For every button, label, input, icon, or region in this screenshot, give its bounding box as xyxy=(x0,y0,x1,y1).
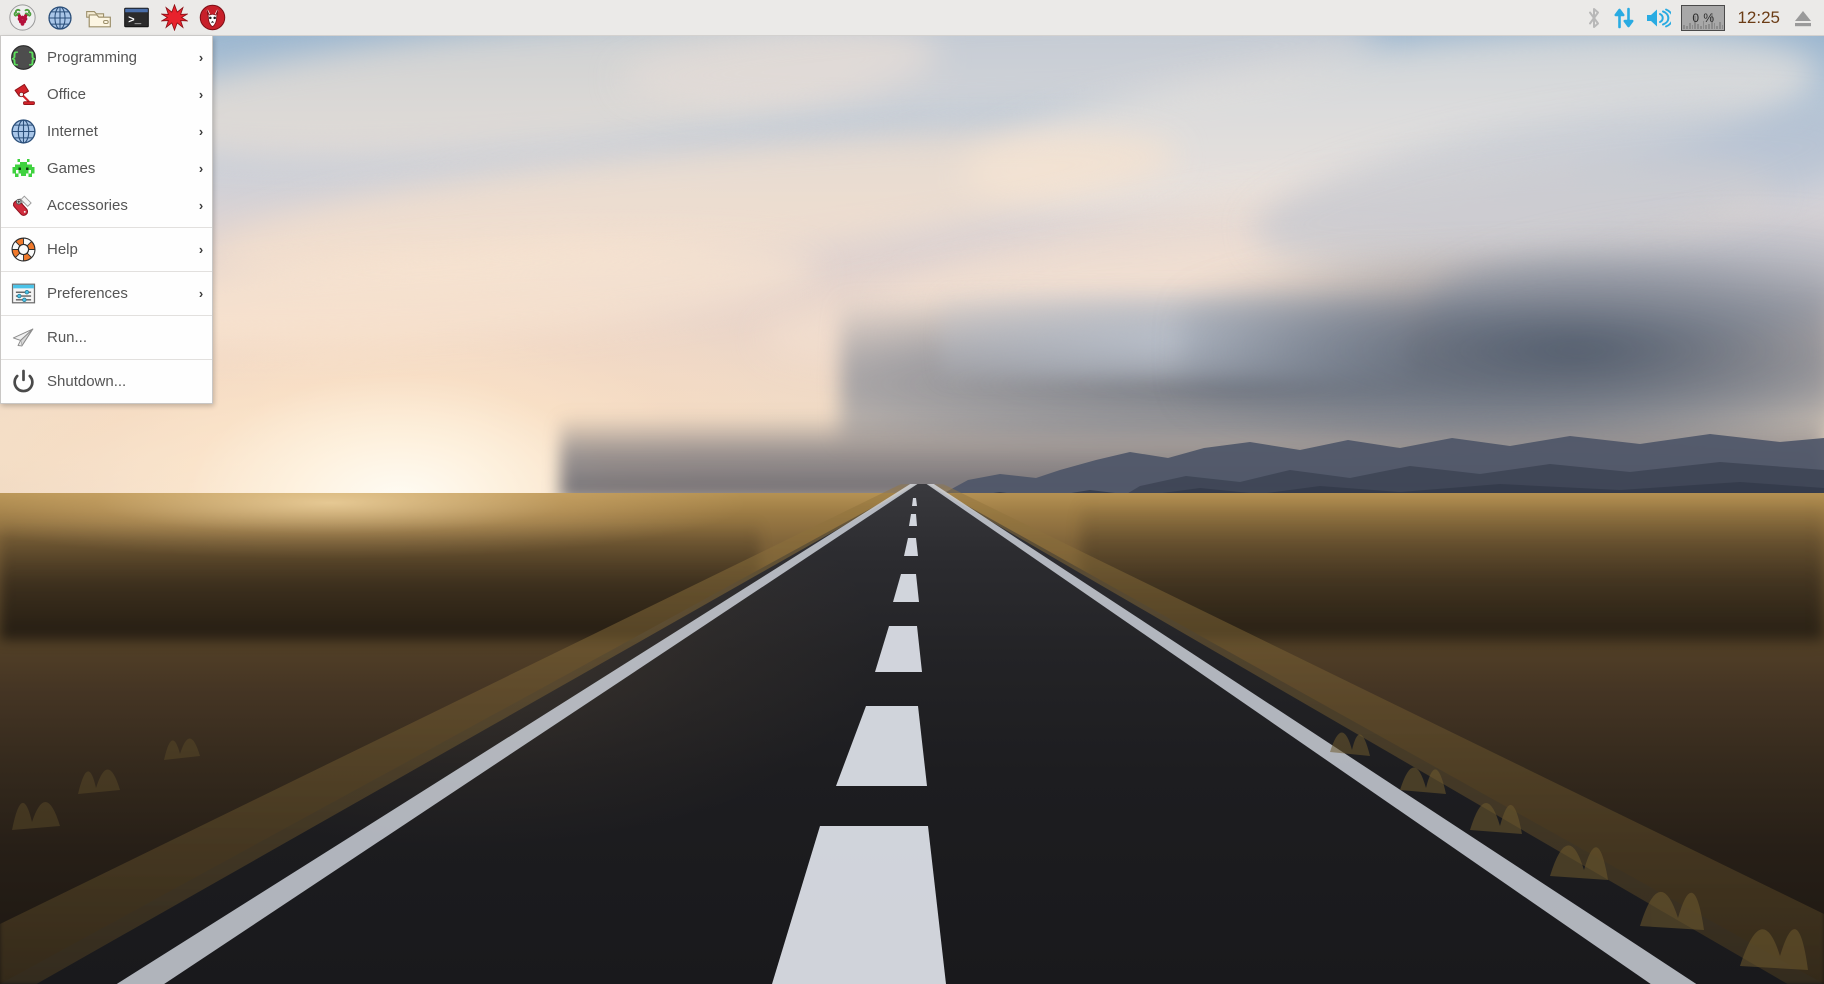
folder-icon xyxy=(85,11,111,28)
power-icon xyxy=(8,367,38,397)
cpu-monitor[interactable]: 0 % xyxy=(1681,4,1726,31)
volume-button[interactable] xyxy=(1645,6,1672,30)
paper-plane-icon xyxy=(8,323,38,353)
menu-item-games[interactable]: Games › xyxy=(1,150,212,187)
menu-item-internet[interactable]: Internet › xyxy=(1,113,212,150)
taskbar-tray: 0 % 12:25 xyxy=(1585,4,1824,31)
menu-item-label: Office xyxy=(47,86,86,103)
mathematica-button[interactable] xyxy=(158,2,190,34)
menu-item-label: Run... xyxy=(47,329,88,346)
chevron-right-icon: › xyxy=(198,50,204,65)
chevron-right-icon: › xyxy=(198,87,204,102)
cloud xyxy=(196,99,1184,311)
menu-item-label: Internet xyxy=(47,123,98,140)
menu-separator xyxy=(1,315,212,316)
globe-icon xyxy=(48,5,72,30)
globe-icon xyxy=(8,117,38,147)
clock[interactable]: 12:25 xyxy=(1735,8,1782,28)
braces-icon: { } xyxy=(8,43,38,73)
menu-item-shutdown[interactable]: Shutdown... xyxy=(1,363,212,400)
menu-item-accessories[interactable]: Accessories › xyxy=(1,187,212,224)
svg-text:{ }: { } xyxy=(10,52,36,68)
network-updown-icon xyxy=(1614,7,1634,28)
menu-item-preferences[interactable]: Preferences › xyxy=(1,275,212,312)
menu-item-run[interactable]: Run... xyxy=(1,319,212,356)
desktop[interactable]: >_ 0 % 12:25 {} Programming › Office › … xyxy=(0,0,1824,984)
starburst-icon xyxy=(160,4,188,31)
web-browser-button[interactable] xyxy=(44,2,76,34)
bluetooth-button[interactable] xyxy=(1585,6,1603,30)
pocket-knife-icon xyxy=(8,191,38,221)
wolfram-button[interactable] xyxy=(196,2,228,34)
cloud xyxy=(954,0,1824,250)
chevron-right-icon: › xyxy=(198,286,204,301)
menu-item-programming[interactable]: { } Programming › xyxy=(1,39,212,76)
svg-text:>_: >_ xyxy=(128,15,142,27)
start-menu[interactable]: { } Programming › Office › Internet › Ga… xyxy=(0,36,213,404)
menu-item-label: Help xyxy=(47,241,78,258)
raspberry-menu-button[interactable] xyxy=(6,2,38,34)
menu-item-label: Games xyxy=(47,160,96,177)
menu-separator xyxy=(1,359,212,360)
menu-item-label: Shutdown... xyxy=(47,373,127,390)
chevron-right-icon: › xyxy=(198,124,204,139)
menu-separator xyxy=(1,227,212,228)
bluetooth-icon xyxy=(1589,7,1600,28)
menu-item-label: Programming xyxy=(47,49,138,66)
menu-item-label: Preferences xyxy=(47,285,128,302)
fox-head-icon xyxy=(199,4,225,31)
cpu-usage-label: 0 % xyxy=(1692,10,1715,25)
network-button[interactable] xyxy=(1613,6,1635,30)
sliders-window-icon xyxy=(8,279,38,309)
menu-separator xyxy=(1,271,212,272)
space-invader-icon xyxy=(8,154,38,184)
raspberry-icon xyxy=(8,4,36,31)
speaker-icon xyxy=(1647,8,1672,27)
eject-icon xyxy=(1795,10,1811,26)
chevron-right-icon: › xyxy=(198,242,204,257)
desk-lamp-icon xyxy=(8,80,38,110)
lifebuoy-icon xyxy=(8,235,38,265)
eject-button[interactable] xyxy=(1792,6,1814,30)
menu-item-office[interactable]: Office › xyxy=(1,76,212,113)
taskbar[interactable]: >_ 0 % 12:25 xyxy=(0,0,1824,36)
menu-item-label: Accessories xyxy=(47,197,128,214)
chevron-right-icon: › xyxy=(198,161,204,176)
terminal-icon: >_ xyxy=(123,7,149,28)
taskbar-launchers: >_ xyxy=(0,2,228,34)
chevron-right-icon: › xyxy=(198,198,204,213)
file-manager-button[interactable] xyxy=(82,2,114,34)
terminal-button[interactable]: >_ xyxy=(120,2,152,34)
menu-item-help[interactable]: Help › xyxy=(1,231,212,268)
